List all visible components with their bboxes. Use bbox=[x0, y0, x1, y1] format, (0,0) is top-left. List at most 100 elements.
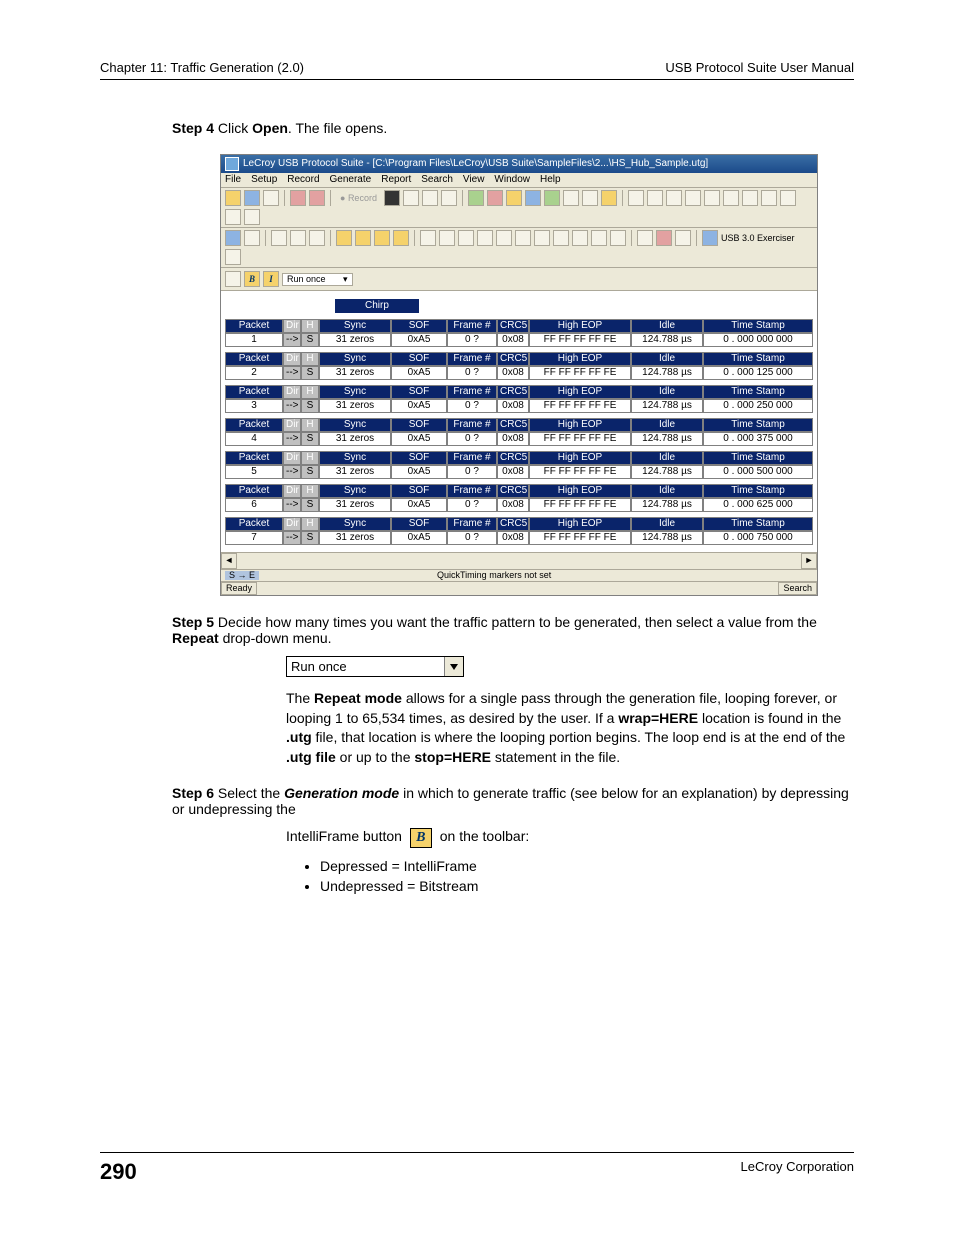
zoom-in-icon[interactable] bbox=[271, 230, 287, 246]
tool-icon[interactable] bbox=[309, 190, 325, 206]
tool-icon[interactable] bbox=[374, 230, 390, 246]
packet-row[interactable]: PacketDirHSyncSOFFrame #CRC5High EOPIdle… bbox=[225, 418, 813, 446]
tool-icon[interactable] bbox=[675, 230, 691, 246]
menu-help[interactable]: Help bbox=[540, 175, 561, 185]
tool-icon[interactable] bbox=[544, 190, 560, 206]
tool-icon[interactable] bbox=[656, 230, 672, 246]
tool-icon[interactable]: I bbox=[263, 271, 279, 287]
menu-report[interactable]: Report bbox=[381, 175, 411, 185]
statusbar: Ready Search bbox=[221, 581, 817, 595]
tool-icon[interactable] bbox=[336, 230, 352, 246]
tool-icon[interactable] bbox=[582, 190, 598, 206]
tool-icon[interactable] bbox=[628, 190, 644, 206]
repeat-mode-para: The Repeat mode allows for a single pass… bbox=[286, 689, 854, 767]
tool-icon[interactable] bbox=[742, 190, 758, 206]
tool-icon[interactable] bbox=[487, 190, 503, 206]
tool-icon[interactable] bbox=[723, 190, 739, 206]
packet-row[interactable]: PacketDirHSyncSOFFrame #CRC5High EOPIdle… bbox=[225, 385, 813, 413]
tool-icon[interactable] bbox=[685, 190, 701, 206]
tool-icon[interactable] bbox=[225, 209, 241, 225]
horiz-scrollbar[interactable]: ◄ ► bbox=[221, 552, 817, 569]
tool-icon[interactable] bbox=[458, 230, 474, 246]
tool-icon[interactable] bbox=[506, 190, 522, 206]
toolbar-row2: USB 3.0 Exerciser bbox=[221, 228, 817, 268]
scroll-left-icon[interactable]: ◄ bbox=[221, 553, 237, 569]
menu-generate[interactable]: Generate bbox=[330, 175, 372, 185]
menu-record[interactable]: Record bbox=[287, 175, 319, 185]
tool-icon[interactable] bbox=[704, 190, 720, 206]
tool-icon[interactable] bbox=[422, 190, 438, 206]
tool-icon[interactable] bbox=[393, 230, 409, 246]
tool-icon[interactable] bbox=[439, 230, 455, 246]
zoom-out-icon[interactable] bbox=[290, 230, 306, 246]
step6-line: Step 6 Select the Generation mode in whi… bbox=[172, 785, 854, 817]
step5-line: Step 5 Decide how many times you want th… bbox=[172, 614, 854, 646]
tool-icon[interactable] bbox=[420, 230, 436, 246]
menu-file[interactable]: File bbox=[225, 175, 241, 185]
packet-row[interactable]: PacketDirHSyncSOFFrame #CRC5High EOPIdle… bbox=[225, 451, 813, 479]
tool-icon[interactable] bbox=[225, 249, 241, 265]
menubar[interactable]: File Setup Record Generate Report Search… bbox=[221, 173, 817, 188]
menu-setup[interactable]: Setup bbox=[251, 175, 277, 185]
menu-search[interactable]: Search bbox=[421, 175, 453, 185]
tool-icon[interactable] bbox=[309, 230, 325, 246]
tool-icon[interactable] bbox=[647, 190, 663, 206]
menu-window[interactable]: Window bbox=[494, 175, 530, 185]
chapter-title: Chapter 11: Traffic Generation (2.0) bbox=[100, 60, 304, 75]
tool-icon[interactable] bbox=[441, 190, 457, 206]
menu-view[interactable]: View bbox=[463, 175, 485, 185]
scroll-right-icon[interactable]: ► bbox=[801, 553, 817, 569]
tool-icon[interactable] bbox=[563, 190, 579, 206]
tool-icon[interactable] bbox=[610, 230, 626, 246]
tool-icon[interactable] bbox=[515, 230, 531, 246]
tool-icon[interactable] bbox=[355, 230, 371, 246]
packet-row[interactable]: PacketDirHSyncSOFFrame #CRC5High EOPIdle… bbox=[225, 517, 813, 545]
status-search[interactable]: Search bbox=[778, 582, 817, 595]
stop-icon[interactable] bbox=[384, 190, 400, 206]
intelliframe-bullets: Depressed = IntelliFrame Undepressed = B… bbox=[320, 858, 854, 894]
tool-icon[interactable] bbox=[761, 190, 777, 206]
tool-icon[interactable] bbox=[225, 271, 241, 287]
usb3-icon[interactable] bbox=[702, 230, 718, 246]
step4-line: Step 4 Click Open. The file opens. bbox=[172, 120, 854, 136]
intelliframe-button[interactable]: B bbox=[244, 271, 260, 287]
status-ready: Ready bbox=[221, 582, 257, 595]
tool-icon[interactable] bbox=[666, 190, 682, 206]
tool-icon[interactable] bbox=[553, 230, 569, 246]
intelliframe-button-icon[interactable]: B bbox=[410, 828, 432, 848]
tool-icon[interactable] bbox=[468, 190, 484, 206]
chevron-down-icon[interactable] bbox=[444, 657, 463, 676]
chirp-row[interactable]: Chirp bbox=[335, 299, 419, 313]
repeat-dropdown[interactable]: Run once bbox=[286, 656, 464, 677]
record-button[interactable]: Record bbox=[348, 193, 377, 203]
tool-icon[interactable] bbox=[225, 230, 241, 246]
se-marker[interactable]: S → E bbox=[225, 571, 259, 580]
tool-icon[interactable] bbox=[591, 230, 607, 246]
packet-row[interactable]: PacketDirHSyncSOFFrame #CRC5High EOPIdle… bbox=[225, 319, 813, 347]
tool-icon[interactable] bbox=[572, 230, 588, 246]
runonce-select[interactable]: Run once ▾ bbox=[282, 273, 353, 286]
packet-row[interactable]: PacketDirHSyncSOFFrame #CRC5High EOPIdle… bbox=[225, 352, 813, 380]
step6-label: Step 6 bbox=[172, 785, 214, 801]
tool-icon[interactable] bbox=[525, 190, 541, 206]
tool-icon[interactable] bbox=[244, 230, 260, 246]
tool-icon[interactable] bbox=[780, 190, 796, 206]
tool-icon[interactable] bbox=[263, 190, 279, 206]
tool-icon[interactable] bbox=[534, 230, 550, 246]
intelliframe-line: IntelliFrame button B on the toolbar: bbox=[286, 827, 854, 847]
page-number: 290 bbox=[100, 1159, 137, 1185]
tool-icon[interactable] bbox=[637, 230, 653, 246]
marker-statusbar: S → E QuickTiming markers not set bbox=[221, 569, 817, 581]
repeat-value: Run once bbox=[287, 657, 351, 676]
tool-icon[interactable] bbox=[290, 190, 306, 206]
quicktiming-text: QuickTiming markers not set bbox=[437, 571, 551, 580]
open-icon[interactable] bbox=[225, 190, 241, 206]
tool-icon[interactable] bbox=[403, 190, 419, 206]
tool-icon[interactable] bbox=[477, 230, 493, 246]
save-icon[interactable] bbox=[244, 190, 260, 206]
tool-icon[interactable] bbox=[601, 190, 617, 206]
tool-icon[interactable] bbox=[496, 230, 512, 246]
titlebar: LeCroy USB Protocol Suite - [C:\Program … bbox=[221, 155, 817, 173]
tool-icon[interactable] bbox=[244, 209, 260, 225]
packet-row[interactable]: PacketDirHSyncSOFFrame #CRC5High EOPIdle… bbox=[225, 484, 813, 512]
